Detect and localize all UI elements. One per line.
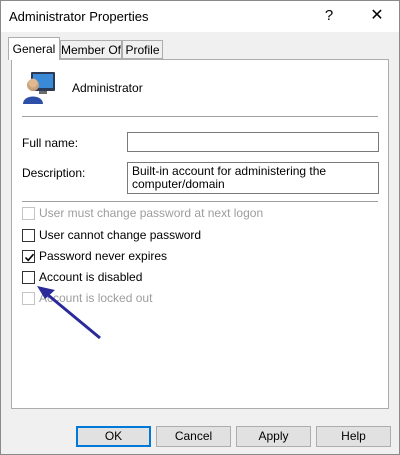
ok-button[interactable]: OK: [76, 426, 151, 447]
full-name-input[interactable]: [127, 132, 379, 152]
help-button[interactable]: Help: [316, 426, 391, 447]
tab-profile[interactable]: Profile: [122, 40, 163, 59]
tab-general[interactable]: General: [8, 37, 60, 60]
cancel-button[interactable]: Cancel: [156, 426, 231, 447]
checkbox[interactable]: [22, 207, 35, 220]
checkbox-label: Account is locked out: [39, 291, 153, 305]
full-name-label: Full name:: [22, 136, 79, 150]
divider: [22, 116, 378, 117]
description-input[interactable]: Built-in account for administering the c…: [127, 162, 379, 194]
checkbox[interactable]: [22, 271, 35, 284]
checkmark-icon: [24, 253, 35, 262]
description-label: Description:: [22, 166, 86, 180]
checkbox[interactable]: [22, 229, 35, 242]
help-title-button[interactable]: ?: [317, 4, 341, 28]
tab-member-of[interactable]: Member Of: [60, 40, 122, 59]
window-title: Administrator Properties: [9, 9, 149, 24]
checkbox-label: Password never expires: [39, 249, 168, 263]
checkbox-label: User must change password at next logon: [39, 206, 264, 220]
title-bar: Administrator Properties ? ✕: [1, 1, 399, 32]
checkbox[interactable]: [22, 292, 35, 305]
divider: [22, 201, 378, 202]
close-button[interactable]: ✕: [362, 4, 392, 28]
user-monitor-icon: [23, 72, 55, 104]
checkbox[interactable]: [22, 250, 35, 263]
username: Administrator: [72, 81, 143, 95]
checkbox-label: User cannot change password: [39, 228, 202, 242]
checkbox-label: Account is disabled: [39, 270, 143, 284]
apply-button[interactable]: Apply: [236, 426, 311, 447]
